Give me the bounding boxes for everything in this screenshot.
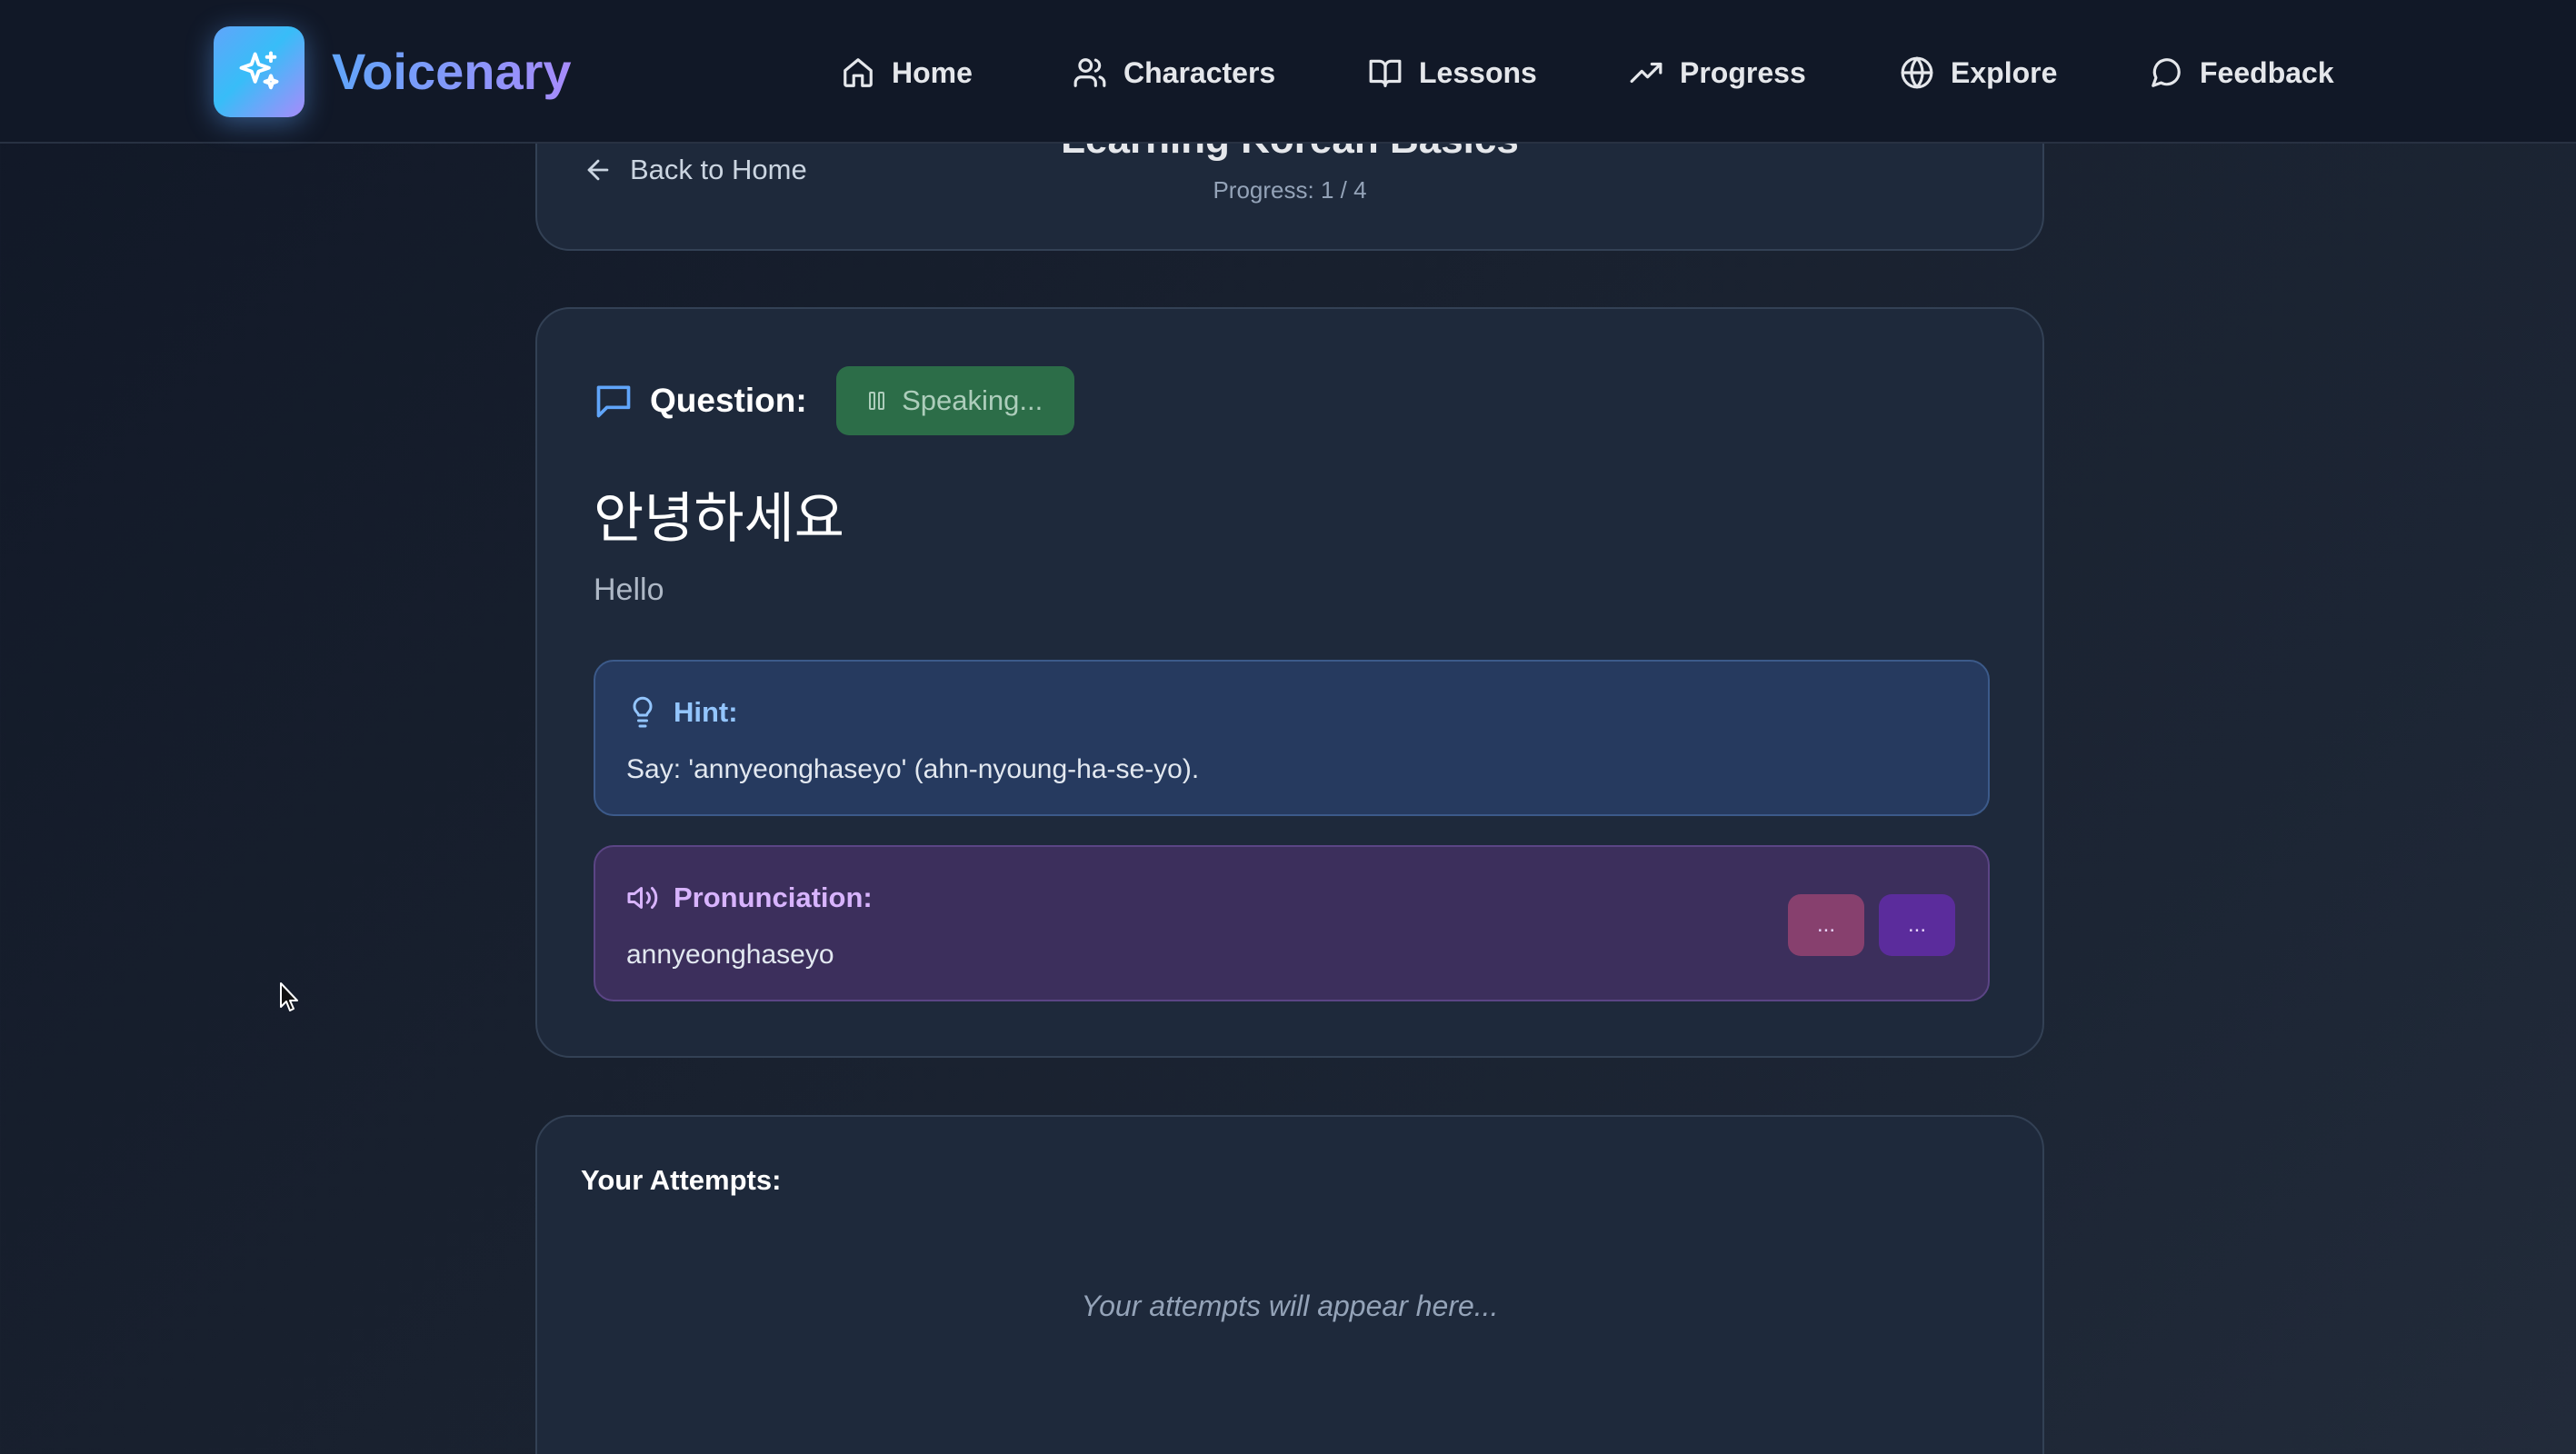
nav-feedback[interactable]: Feedback (2149, 45, 2334, 100)
pause-icon (869, 392, 885, 410)
hint-header: Hint: (626, 692, 738, 732)
hint-text: Say: 'annyeonghaseyo' (ahn-nyoung-ha-se-… (626, 754, 1200, 784)
book-open-icon (1369, 59, 1402, 87)
pronunciation-text: annyeonghaseyo (626, 940, 834, 970)
nav-explore[interactable]: Explore (1900, 45, 2057, 100)
nav-explore-label: Explore (1951, 55, 2058, 89)
question-card: Question: Speaking... 안녕하세요 Hello Hint: … (535, 307, 2044, 1058)
nav-home[interactable]: Home (841, 45, 973, 100)
app-logo[interactable] (214, 26, 305, 117)
trending-up-icon (1630, 62, 1662, 84)
top-navigation-bar: Voicenary Home Characters Lessons Progre… (0, 0, 2576, 144)
pronunciation-header: Pronunciation: (626, 878, 873, 918)
lightbulb-icon (633, 696, 653, 728)
globe-icon (1901, 56, 1933, 89)
hint-title: Hint: (674, 696, 738, 728)
speaking-button[interactable]: Speaking... (835, 366, 1074, 435)
back-to-home-link[interactable]: Back to Home (583, 143, 807, 197)
pronunciation-title: Pronunciation: (674, 881, 873, 913)
nav-lessons-label: Lessons (1419, 55, 1537, 89)
attempts-card: Your Attempts: Your attempts will appear… (535, 1115, 2044, 1454)
question-header: Question: Speaking... (594, 365, 1074, 436)
sparkles-icon (239, 51, 279, 90)
nav-home-label: Home (892, 55, 973, 89)
hint-box: Hint: Say: 'annyeonghaseyo' (ahn-nyoung-… (594, 660, 1990, 816)
nav-characters-label: Characters (1123, 55, 1276, 89)
back-to-home-label: Back to Home (630, 154, 807, 185)
translation-text: Hello (594, 573, 664, 607)
arrow-left-icon (587, 159, 609, 181)
mouse-cursor-icon (280, 982, 298, 1011)
home-icon (844, 58, 873, 87)
nav-feedback-label: Feedback (2200, 55, 2334, 89)
attempts-empty-state: Your attempts will appear here... (1081, 1290, 1499, 1322)
pronunciation-play-button[interactable]: ... (1788, 894, 1864, 956)
speaking-label: Speaking... (902, 384, 1043, 416)
message-circle-icon (2152, 58, 2181, 87)
question-label: Question: (650, 382, 807, 419)
pronunciation-record-button[interactable]: ... (1879, 894, 1955, 956)
nav-lessons[interactable]: Lessons (1368, 45, 1537, 100)
users-icon (1073, 58, 1106, 87)
nav-characters[interactable]: Characters (1073, 45, 1275, 100)
pronunciation-box: Pronunciation: annyeonghaseyo ... ... (594, 845, 1990, 1001)
nav-progress[interactable]: Progress (1629, 45, 1806, 100)
nav-progress-label: Progress (1680, 55, 1806, 89)
brand-name[interactable]: Voicenary (332, 40, 572, 104)
attempts-title: Your Attempts: (581, 1164, 782, 1196)
message-square-icon (596, 385, 631, 418)
volume-icon (627, 887, 658, 909)
korean-phrase: 안녕하세요 (594, 487, 844, 551)
